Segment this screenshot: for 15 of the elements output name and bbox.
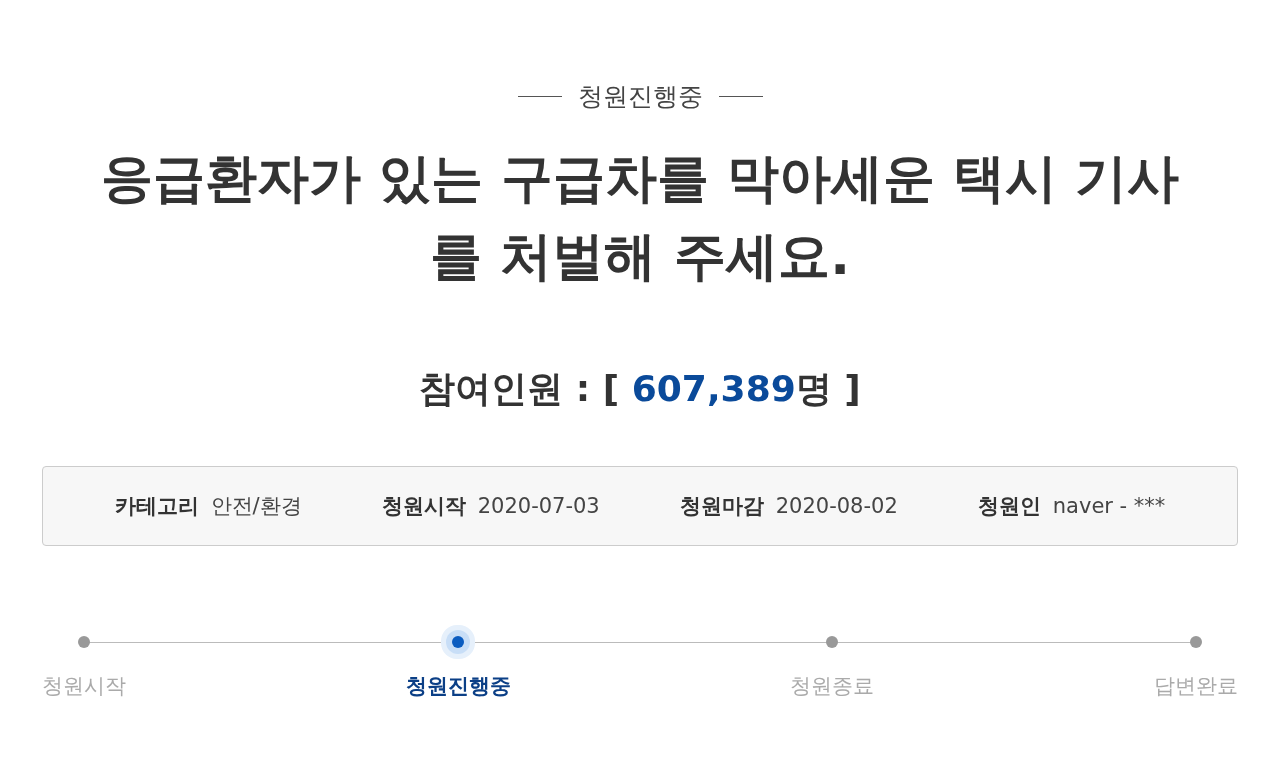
participant-count: 참여인원 : [ 607,389명 ] (419, 367, 861, 411)
info-label: 청원시작 (381, 493, 466, 520)
info-label: 카테고리 (114, 493, 199, 520)
status-tag: 청원진행중 (577, 80, 703, 113)
info-value: naver - *** (1052, 494, 1166, 518)
step-label: 답변완료 (1153, 673, 1238, 700)
info-label: 청원마감 (679, 493, 764, 520)
step-label: 청원시작 (42, 673, 126, 700)
info-value: 2020-08-02 (775, 494, 898, 518)
petition-title: 응급환자가 있는 구급차를 막아세운 택시 기사 를 처벌해 주세요. (100, 147, 1180, 288)
info-value: 안전/환경 (210, 493, 302, 520)
info-label: 청원인 (977, 493, 1041, 520)
step-label: 청원진행중 (405, 673, 511, 700)
info-value: 2020-07-03 (477, 494, 600, 518)
step-label: 청원종료 (790, 673, 875, 700)
